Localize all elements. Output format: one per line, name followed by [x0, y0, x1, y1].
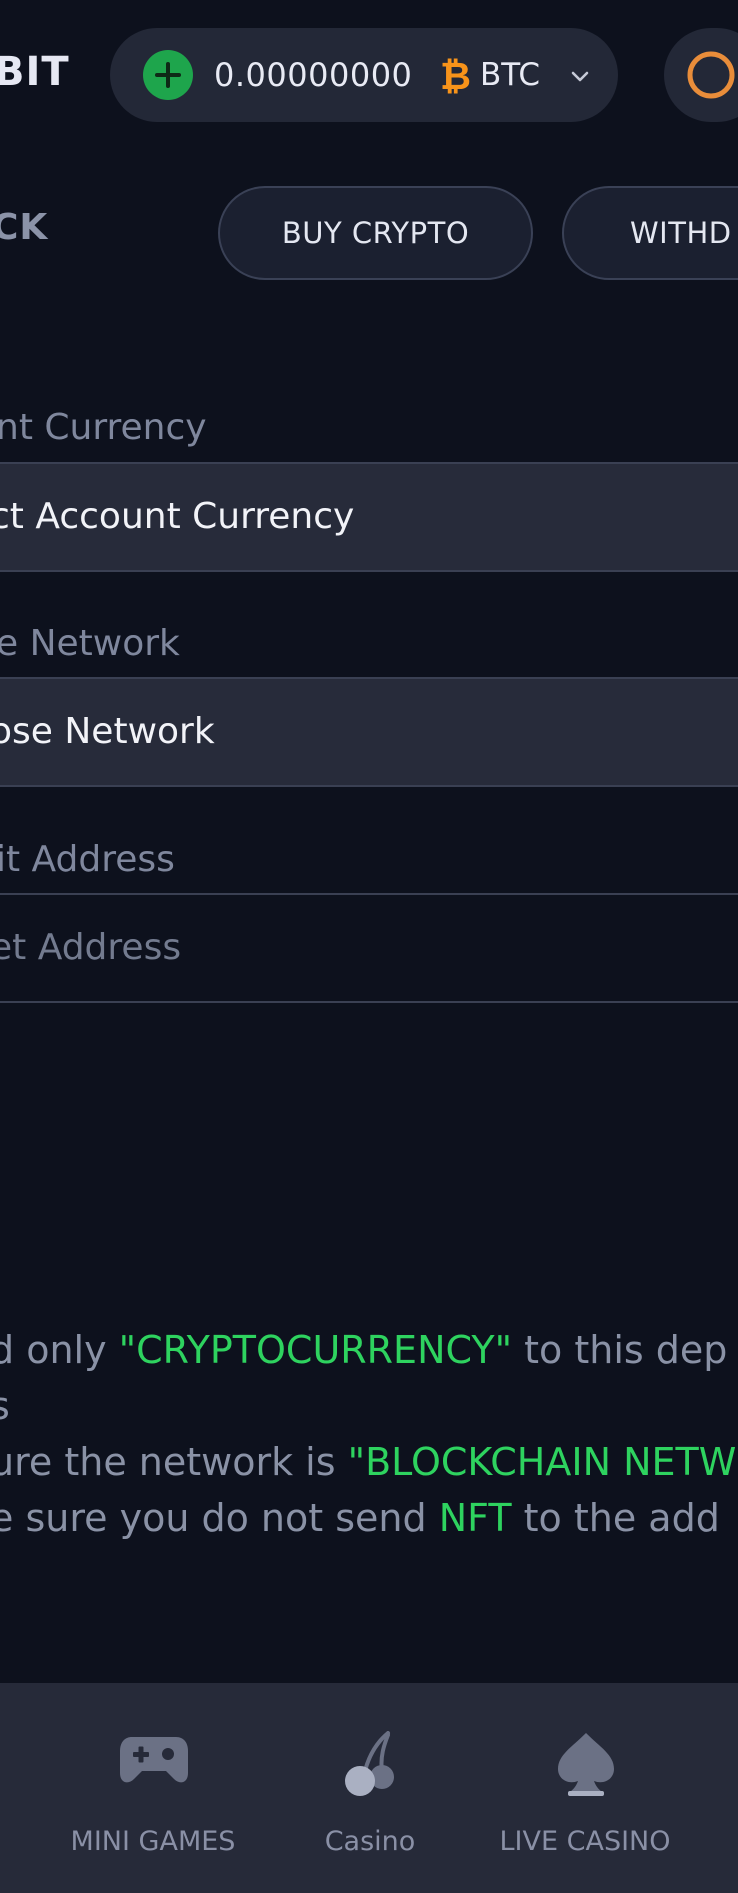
svg-text:₿: ₿ — [440, 54, 471, 96]
nav-label: Casino — [324, 1826, 416, 1857]
chevron-down-icon[interactable] — [568, 64, 592, 88]
spade-icon — [558, 1733, 614, 1796]
note-text: s — [0, 1384, 10, 1428]
profile-button[interactable] — [664, 28, 738, 122]
nav-label: MINI GAMES — [70, 1826, 236, 1857]
note-line-1: d only "CRYPTOCURRENCY" to this dep — [0, 1322, 738, 1378]
note-highlight: "CRYPTOCURRENCY" — [118, 1328, 513, 1372]
nav-item-live-casino[interactable]: LIVE CASINO — [490, 1683, 680, 1893]
note-line-2: s — [0, 1378, 738, 1434]
currency-code: BTC — [480, 57, 541, 93]
cherry-icon — [345, 1731, 394, 1796]
note-text: to the add — [511, 1496, 720, 1540]
note-text: to this dep — [512, 1328, 728, 1372]
nav-item-mini-games[interactable]: MINI GAMES — [58, 1683, 248, 1893]
note-text: ure the network is — [0, 1440, 348, 1484]
deposit-notes: d only "CRYPTOCURRENCY" to this dep s ur… — [0, 1322, 738, 1546]
network-select[interactable]: ose Network — [0, 677, 738, 787]
account-currency-select[interactable]: ct Account Currency — [0, 462, 738, 572]
withdraw-button[interactable]: WITHD — [562, 186, 738, 280]
gamepad-icon — [120, 1737, 188, 1783]
back-link[interactable]: CK — [0, 210, 48, 246]
note-text: d only — [0, 1328, 119, 1372]
wallet-balance-selector[interactable]: 0.00000000 ₿ BTC — [110, 28, 618, 122]
note-line-4: e sure you do not send NFT to the add — [0, 1490, 738, 1546]
note-highlight: NFT — [438, 1496, 512, 1540]
network-value: ose Network — [0, 711, 215, 752]
network-field-label: e Network — [0, 623, 180, 664]
address-field-label: it Address — [0, 839, 175, 880]
site-logo[interactable]: BIT — [0, 52, 70, 92]
deposit-address-input[interactable]: et Address — [0, 893, 738, 1003]
nav-item-casino[interactable]: Casino — [300, 1683, 440, 1893]
deposit-page: BIT 0.00000000 ₿ BTC CK BUY CRYPTO WITHD — [0, 0, 738, 1893]
note-text: e sure you do not send — [0, 1496, 439, 1540]
currency-field-label: nt Currency — [0, 407, 207, 448]
address-placeholder: et Address — [0, 927, 182, 968]
note-line-3: ure the network is "BLOCKCHAIN NETW — [0, 1434, 738, 1490]
profile-icon — [687, 51, 735, 99]
balance-amount: 0.00000000 — [214, 56, 413, 94]
plus-circle-icon[interactable] — [143, 50, 193, 100]
bottom-nav: MINI GAMES Casino LIVE CASINO — [0, 1683, 738, 1893]
account-currency-value: ct Account Currency — [0, 496, 355, 537]
note-highlight: "BLOCKCHAIN NETW — [347, 1440, 737, 1484]
bitcoin-icon: ₿ — [438, 54, 472, 98]
buy-crypto-button[interactable]: BUY CRYPTO — [218, 186, 533, 280]
nav-label: LIVE CASINO — [499, 1826, 671, 1857]
